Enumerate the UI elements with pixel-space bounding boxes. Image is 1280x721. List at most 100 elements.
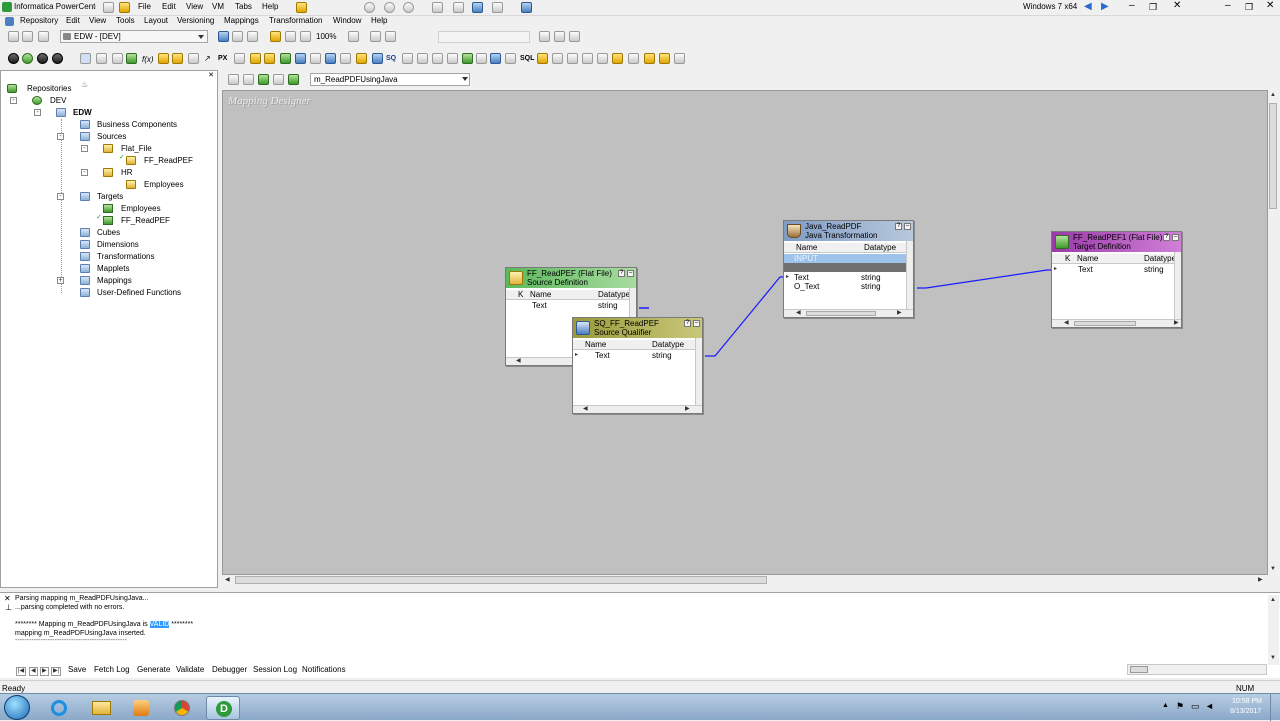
java-icon[interactable] xyxy=(447,53,458,64)
qualifier-hscroll[interactable]: ◀ ▶ xyxy=(573,405,702,413)
output-scroll-up-icon[interactable]: ▲ xyxy=(1270,597,1276,604)
canvas-scroll-left-icon[interactable]: ◀ xyxy=(225,577,230,584)
normalizer-icon[interactable]: ↗ xyxy=(204,54,211,63)
tree-employees-source[interactable]: Employees xyxy=(144,180,184,190)
menu-repository[interactable]: Repository xyxy=(20,16,58,25)
target-hscroll-thumb[interactable] xyxy=(1074,321,1136,326)
tree-edw[interactable]: EDW xyxy=(73,108,92,118)
source-analyzer-icon[interactable] xyxy=(8,53,19,64)
router-icon[interactable] xyxy=(234,53,245,64)
open-icon[interactable] xyxy=(38,31,49,42)
java-scroll-right-icon[interactable]: ▶ xyxy=(897,310,902,317)
inner-minimize-icon[interactable]: – xyxy=(1225,0,1231,11)
menu-mappings[interactable]: Mappings xyxy=(224,16,259,25)
show-desktop-button[interactable] xyxy=(1270,694,1280,721)
menu-versioning[interactable]: Versioning xyxy=(177,16,214,25)
xml-generator-icon[interactable] xyxy=(417,53,428,64)
restore-icon[interactable]: ❐ xyxy=(1149,2,1157,13)
navigator-toggle-icon[interactable] xyxy=(218,31,229,42)
target-port-row[interactable]: ▸ Text string xyxy=(1052,265,1181,274)
target-vscroll[interactable] xyxy=(1174,252,1181,319)
mapping-combo[interactable]: m_ReadPDFUsingJava xyxy=(310,73,470,86)
pan-icon[interactable] xyxy=(112,53,123,64)
target-minimize-icon[interactable]: – xyxy=(1172,234,1179,241)
tab-validate[interactable]: Validate xyxy=(176,665,204,674)
menu-view[interactable]: View xyxy=(89,16,106,25)
java-restore-icon[interactable]: ? xyxy=(895,223,902,230)
folder-combo[interactable]: EDW - [DEV] xyxy=(60,30,208,43)
qualifier-scroll-left-icon[interactable]: ◀ xyxy=(583,406,588,413)
output-tabs-hscroll[interactable] xyxy=(1127,664,1267,675)
snapshot-icon[interactable] xyxy=(384,2,395,13)
tree-ff-readpef-source[interactable]: FF_ReadPEF xyxy=(144,156,193,166)
xml-icon[interactable] xyxy=(325,53,336,64)
toolbar-blank-combo[interactable] xyxy=(438,31,530,43)
tray-date[interactable]: 8/13/2017 xyxy=(1230,708,1261,715)
association-icon[interactable] xyxy=(582,53,593,64)
mapping-designer-canvas[interactable]: Mapping Designer FF_ReadPEF (Flat File) … xyxy=(222,90,1268,575)
view-window-icon[interactable] xyxy=(453,2,464,13)
mapping-propagate-icon[interactable] xyxy=(273,74,284,85)
close-icon[interactable]: ✕ xyxy=(1173,0,1181,11)
tab-fetch-log[interactable]: Fetch Log xyxy=(94,665,130,674)
output-toggle-icon[interactable] xyxy=(232,31,243,42)
link-icon[interactable] xyxy=(96,53,107,64)
qualifier-minimize-icon[interactable]: – xyxy=(693,320,700,327)
vm-menu-view[interactable]: View xyxy=(186,2,203,11)
qualifier-scroll-right-icon[interactable]: ▶ xyxy=(685,406,690,413)
address-icon[interactable] xyxy=(567,53,578,64)
tree-business-components[interactable]: Business Components xyxy=(97,120,177,130)
copy-icon[interactable] xyxy=(370,31,381,42)
tree-sources[interactable]: Sources xyxy=(97,132,126,142)
expand-hr-toggle[interactable]: - xyxy=(81,169,88,176)
qualifier-port-row[interactable]: ▸ Text string ▸ xyxy=(573,351,702,360)
tab-session-log[interactable]: Session Log xyxy=(253,665,297,674)
sorter-icon[interactable] xyxy=(280,53,291,64)
decision-icon[interactable] xyxy=(628,53,639,64)
minimize-icon[interactable]: – xyxy=(1129,0,1135,11)
rank-icon[interactable]: PX xyxy=(218,55,227,62)
java-hscroll[interactable]: ◀ ▶ xyxy=(784,309,913,317)
tree-employees-target[interactable]: Employees xyxy=(121,204,161,214)
tab-save[interactable]: Save xyxy=(68,665,86,674)
tree-dimensions[interactable]: Dimensions xyxy=(97,240,139,250)
window-tile-icon[interactable] xyxy=(539,31,550,42)
output-vscroll[interactable]: ▲ ▼ xyxy=(1268,595,1279,665)
window-arrange-icon[interactable] xyxy=(569,31,580,42)
xml-parser-icon[interactable] xyxy=(402,53,413,64)
mapplet-designer-icon[interactable] xyxy=(52,53,63,64)
java-header[interactable]: Java_ReadPDF Java Transformation ? – xyxy=(784,221,913,241)
java-input-group-row[interactable]: INPUT xyxy=(784,254,913,263)
scale-to-fit-icon[interactable] xyxy=(348,31,359,42)
stored-procedure-icon[interactable] xyxy=(310,53,321,64)
match-icon[interactable] xyxy=(674,53,685,64)
tab-prev-icon[interactable]: ◀ xyxy=(29,667,38,676)
vm-menu-file[interactable]: File xyxy=(138,2,151,11)
vm-menu-tabs[interactable]: Tabs xyxy=(235,2,252,11)
tree-cubes[interactable]: Cubes xyxy=(97,228,120,238)
target-scroll-right-icon[interactable]: ▶ xyxy=(1174,320,1179,327)
expand-targets-toggle[interactable]: - xyxy=(57,193,64,200)
tree-transformations[interactable]: Transformations xyxy=(97,252,155,262)
tab-first-icon[interactable]: |◀ xyxy=(16,667,27,676)
disconnect-icon[interactable] xyxy=(22,31,33,42)
target-restore-icon[interactable]: ? xyxy=(1163,234,1170,241)
menu-edit[interactable]: Edit xyxy=(66,16,80,25)
tray-network-icon[interactable]: ▭ xyxy=(1191,701,1200,712)
http-icon[interactable] xyxy=(372,53,383,64)
custom-icon[interactable] xyxy=(356,53,367,64)
tree-repositories[interactable]: Repositories xyxy=(27,84,71,94)
zoom-out-icon[interactable] xyxy=(300,31,311,42)
output-pin-icon[interactable]: ⊥ xyxy=(5,603,12,612)
vm-menu-edit[interactable]: Edit xyxy=(162,2,176,11)
java-port-row-text[interactable]: ▸ Text string xyxy=(784,273,913,282)
tree-ff-readpef-target[interactable]: FF_ReadPEF xyxy=(121,216,170,226)
tray-volume-icon[interactable]: ◄ xyxy=(1205,701,1214,711)
tray-flag-icon[interactable]: ⚑ xyxy=(1176,701,1184,712)
menu-help[interactable]: Help xyxy=(371,16,387,25)
lookup-icon[interactable] xyxy=(188,53,199,64)
folder-icon[interactable] xyxy=(119,2,130,13)
unstructured-icon[interactable] xyxy=(537,53,548,64)
mapping-iconic-icon[interactable] xyxy=(258,74,269,85)
tab-debugger[interactable]: Debugger xyxy=(212,665,247,674)
